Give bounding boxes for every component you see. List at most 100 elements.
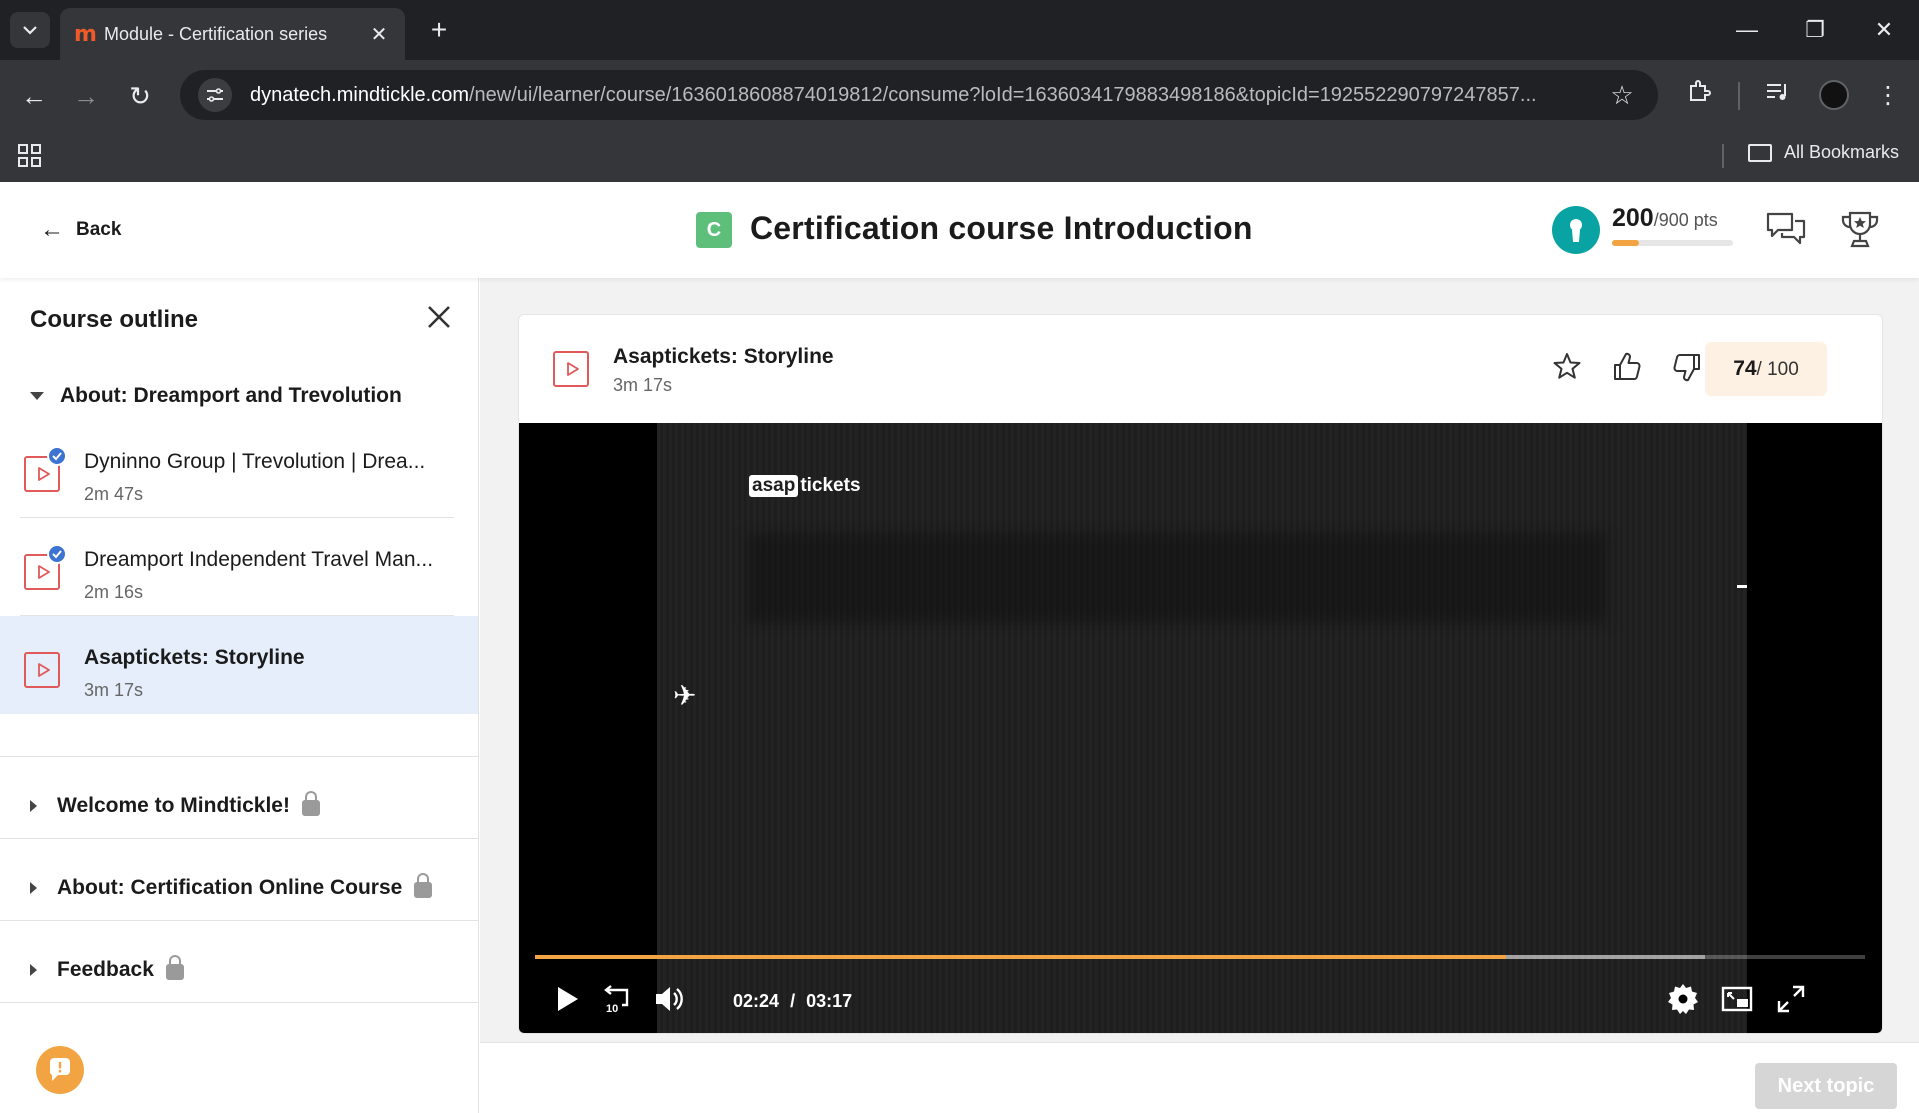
completed-check-icon [47,544,67,564]
close-window-button[interactable]: ✕ [1864,12,1904,48]
tab-search-button[interactable] [10,12,50,48]
settings-gear-icon[interactable] [1665,981,1701,1017]
score-total: / 100 [1756,359,1799,380]
section-header-locked[interactable]: About: Certification Online Course [30,873,433,900]
reload-icon[interactable]: ↻ [122,78,158,114]
minimize-window-button[interactable]: — [1727,12,1767,48]
caret-right-icon [30,882,37,894]
lock-icon [414,873,433,898]
url-text[interactable]: dynatech.mindtickle.com/new/ui/learner/c… [250,84,1604,107]
all-bookmarks-label: All Bookmarks [1784,142,1900,162]
bookmark-star-icon[interactable]: ☆ [1604,80,1640,111]
user-avatar[interactable] [1552,206,1600,254]
points-earned: 200 [1612,204,1654,232]
browser-toolbar: ← → ↻ dynatech.mindtickle.com/new/ui/lea… [0,60,1919,130]
svg-text:10: 10 [606,1003,618,1015]
current-time: 02:24 [733,991,780,1011]
section-header-open[interactable]: About: Dreamport and Trevolution [30,384,402,408]
video-blurred-text [747,533,1607,623]
topic-name: Asaptickets: Storyline [84,646,305,669]
all-bookmarks-button[interactable]: All Bookmarks [1748,142,1899,163]
points-display: 200/900 pts [1612,204,1718,233]
course-outline-sidebar: Course outline About: Dreamport and Trev… [0,278,479,1113]
chat-bubbles-icon[interactable] [1764,208,1808,252]
site-info-icon[interactable] [198,78,232,112]
forward-nav-icon[interactable]: → [68,78,104,114]
caret-right-icon [30,800,37,812]
points-total: /900 pts [1653,210,1718,230]
toolbar-divider [1738,82,1740,110]
points-progress-fill [1612,240,1639,246]
trophy-icon[interactable] [1838,208,1882,252]
tab-close-icon[interactable]: ✕ [367,22,391,47]
volume-icon[interactable] [651,981,687,1017]
back-button[interactable]: ← Back [40,216,121,244]
back-nav-icon[interactable]: ← [16,78,52,114]
section-divider [0,756,478,757]
topic-item-active[interactable]: Asaptickets: Storyline 3m 17s [0,616,478,714]
topic-card-header: Asaptickets: Storyline 3m 17s 74/ 100 [519,315,1882,423]
star-icon[interactable] [1549,349,1585,385]
restore-window-button[interactable]: ❐ [1795,12,1835,48]
video-progress-bar[interactable] [535,955,1865,959]
video-play-icon [553,351,589,387]
video-dash-mark [1737,585,1747,588]
completed-check-icon [47,446,67,466]
topic-name: Dyninno Group | Trevolution | Drea... [84,450,426,473]
section-divider [0,838,478,839]
person-icon [1570,219,1582,242]
folder-icon [1748,143,1772,162]
help-chat-button[interactable] [36,1046,84,1094]
topic-item[interactable]: Dreamport Independent Travel Man... 2m 1… [0,518,478,616]
section-divider [0,1002,478,1003]
thumbs-down-icon[interactable] [1669,349,1705,385]
extensions-icon[interactable] [1681,78,1717,114]
topic-duration: 3m 17s [84,680,144,700]
rewind-10-icon[interactable]: 10 [599,981,635,1017]
section-divider [0,920,478,921]
section-header-locked[interactable]: Feedback [30,955,184,982]
video-time: 02:24 / 03:17 [733,991,852,1012]
chevron-down-icon [23,26,37,35]
address-bar[interactable]: dynatech.mindtickle.com/new/ui/learner/c… [180,70,1658,120]
tab-title: Module - Certification series [104,23,328,44]
new-tab-button[interactable]: + [424,12,454,48]
section-title: About: Dreamport and Trevolution [60,384,402,407]
picture-in-picture-icon[interactable] [1719,981,1755,1017]
topic-name: Dreamport Independent Travel Man... [84,548,434,571]
main-content: Asaptickets: Storyline 3m 17s 74/ 100 as… [480,278,1919,1113]
video-played-fill [535,955,1506,959]
sidebar-title: Course outline [30,306,199,333]
page-title: Certification course Introduction [750,210,1253,246]
topic-duration: 2m 16s [84,582,144,602]
profile-avatar[interactable] [1819,80,1849,110]
points-progress-bar [1612,240,1733,246]
video-frame: asap tickets ✈ [657,423,1747,1033]
next-topic-button[interactable]: Next topic [1755,1063,1897,1109]
lock-icon [301,791,320,816]
apps-grid-icon[interactable] [16,142,44,170]
time-separator: / [790,991,796,1011]
caret-down-icon [30,392,44,400]
video-player[interactable]: asap tickets ✈ 10 02:24 / 03:17 [519,423,1882,1033]
browser-tab-strip: m Module - Certification series ✕ + — ❐ … [0,0,1919,60]
lock-icon [165,955,184,980]
topic-duration: 2m 47s [84,484,144,504]
topic-title: Asaptickets: Storyline [613,345,834,368]
topic-duration: 3m 17s [613,375,673,395]
bookmarks-divider [1722,144,1724,168]
section-title: Feedback [57,958,154,981]
play-icon[interactable] [549,981,585,1017]
close-sidebar-icon[interactable] [424,302,454,332]
section-header-locked[interactable]: Welcome to Mindtickle! [30,791,320,818]
arrow-left-icon: ← [40,216,64,243]
footer-bar: Next topic [480,1042,1919,1113]
browser-menu-icon[interactable]: ⋮ [1870,78,1906,114]
fullscreen-icon[interactable] [1773,981,1809,1017]
browser-tab[interactable]: m Module - Certification series ✕ [60,8,405,60]
score-badge: 74/ 100 [1705,342,1827,396]
topic-item[interactable]: Dyninno Group | Trevolution | Drea... 2m… [0,420,478,518]
total-time: 03:17 [806,991,853,1011]
media-control-icon[interactable] [1760,78,1796,114]
thumbs-up-icon[interactable] [1609,349,1645,385]
